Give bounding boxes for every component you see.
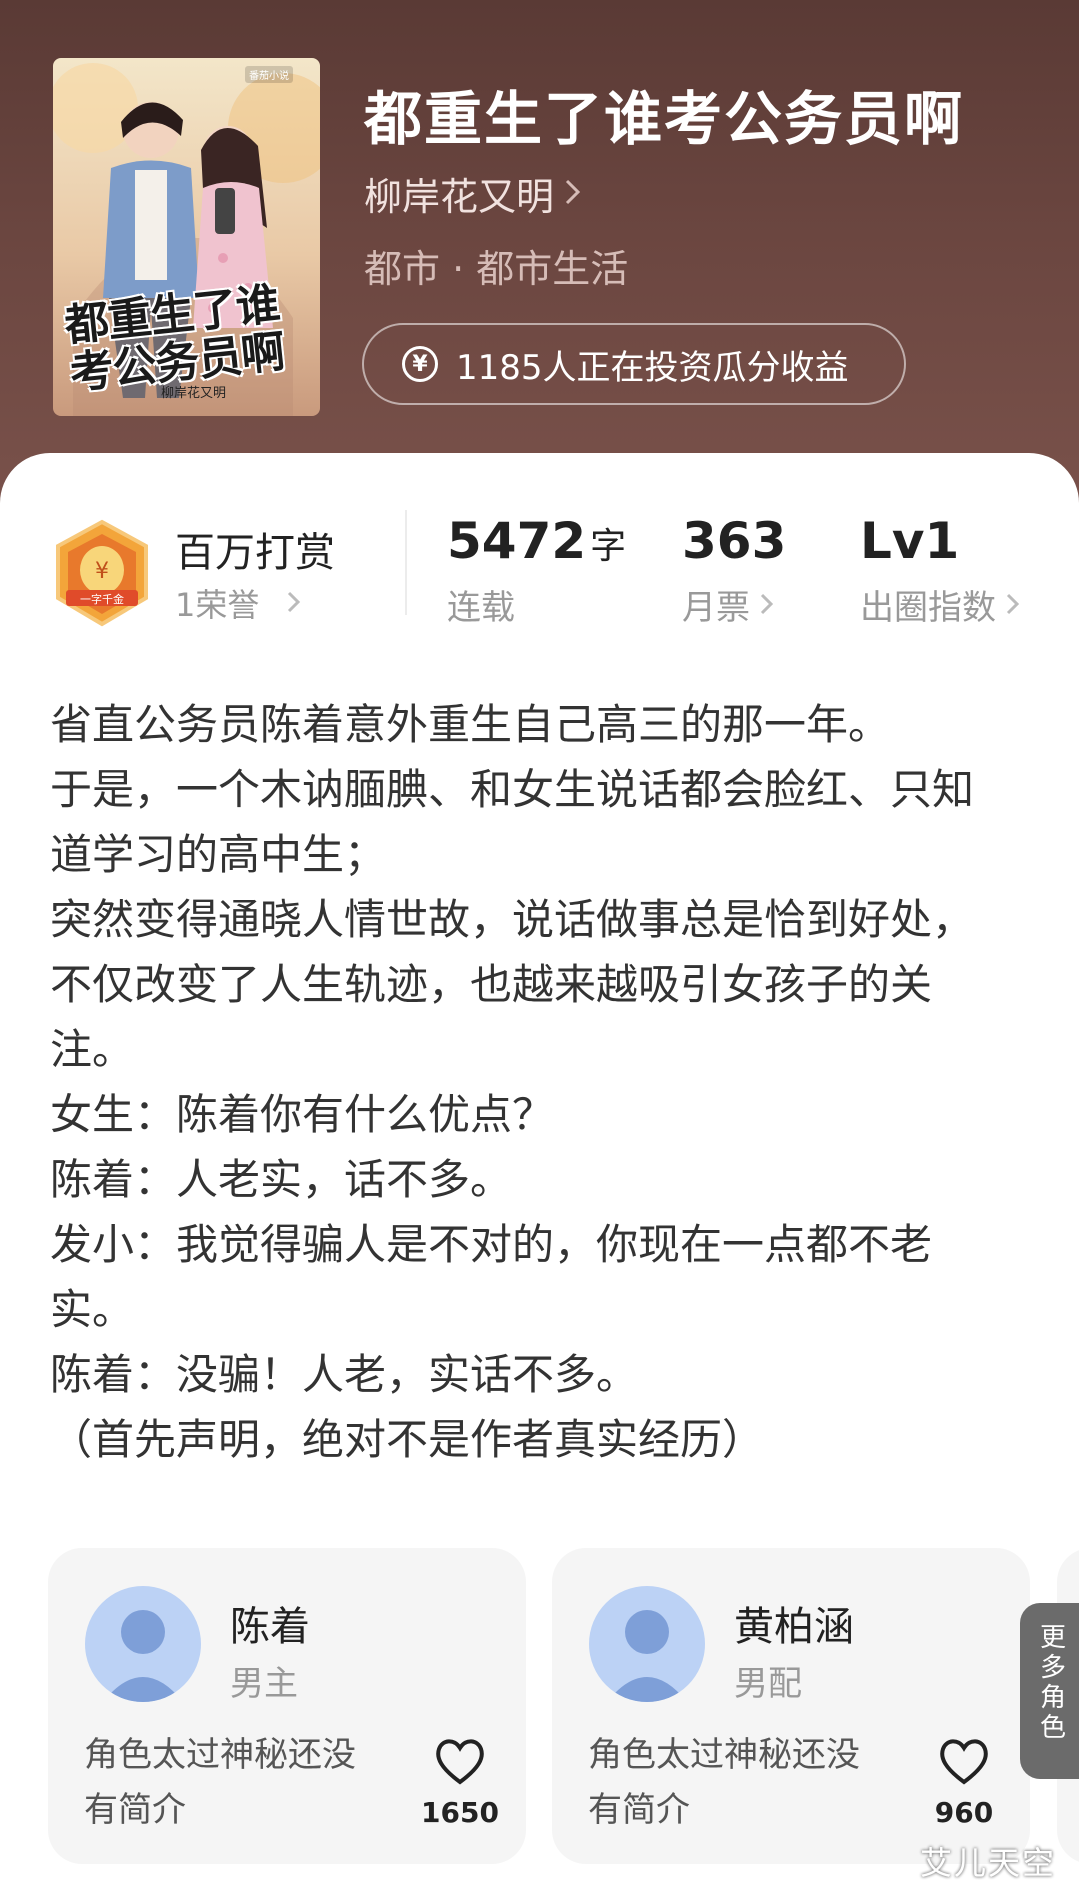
cover-publisher-badge: 番茄小说 xyxy=(245,66,293,83)
book-title: 都重生了谁考公务员啊 xyxy=(364,85,965,153)
role-like-count: 1650 xyxy=(421,1796,499,1829)
stats-divider xyxy=(405,510,407,615)
book-genre[interactable]: 都市 · 都市生活 xyxy=(364,238,628,293)
book-cover[interactable]: 番茄小说 都重生了谁考公务员啊 柳岸花又明 xyxy=(53,58,320,416)
chevron-right-icon xyxy=(287,584,301,622)
svg-text:¥: ¥ xyxy=(95,559,109,584)
reward-honor-text: 1荣誉 xyxy=(175,586,260,624)
role-name: 陈着 xyxy=(230,1604,310,1650)
index-value: Lv1 xyxy=(860,512,960,570)
heart-icon[interactable] xyxy=(937,1736,991,1786)
watermark: 艾儿天空 xyxy=(920,1844,1057,1882)
synopsis-line: 陈着：没骗！人老，实话不多。 xyxy=(50,1350,639,1399)
synopsis-line: 发小：我觉得骗人是不对的，你现在一点都不老实。 xyxy=(50,1220,933,1334)
invest-button[interactable]: ¥ 1185人正在投资瓜分收益 xyxy=(362,323,906,405)
synopsis-line: （首先声明，绝对不是作者真实经历） xyxy=(50,1415,765,1464)
book-synopsis[interactable]: 省直公务员陈着意外重生自己高三的那一年。 于是，一个木讷腼腆、和女生说话都会脸红… xyxy=(50,692,1010,1472)
chevron-right-icon xyxy=(564,172,582,216)
role-desc: 角色太过神秘还没有简介 xyxy=(588,1735,860,1830)
more-roles-button[interactable]: 更多角色 xyxy=(1020,1603,1079,1779)
yen-coin-icon: ¥ xyxy=(402,346,438,382)
index-link[interactable]: 出圈指数 xyxy=(860,580,1020,629)
chevron-right-icon xyxy=(760,585,774,625)
reward-title: 百万打赏 xyxy=(175,530,335,576)
word-count-unit: 字 xyxy=(590,526,627,567)
role-type: 男配 xyxy=(734,1664,802,1704)
synopsis-line: 陈着：人老实，话不多。 xyxy=(50,1155,513,1204)
heart-icon[interactable] xyxy=(433,1736,487,1786)
index-label: 出圈指数 xyxy=(860,588,996,628)
more-roles-label: 更多角色 xyxy=(1039,1623,1066,1743)
monthly-votes-label: 月票 xyxy=(682,588,750,628)
author-name: 柳岸花又明 xyxy=(364,175,555,219)
role-type: 男主 xyxy=(230,1664,298,1704)
word-count-value: 5472 字 xyxy=(447,512,627,570)
author-link[interactable]: 柳岸花又明 xyxy=(364,166,582,221)
role-name: 黄柏涵 xyxy=(734,1604,854,1650)
word-count-label: 连载 xyxy=(447,588,515,628)
synopsis-line: 女生：陈着你有什么优点？ xyxy=(50,1090,555,1139)
reward-honor-link[interactable]: 1荣誉 xyxy=(175,580,301,626)
chevron-right-icon xyxy=(1006,585,1020,625)
role-avatar xyxy=(85,1586,201,1702)
cover-author: 柳岸花又明 xyxy=(161,386,227,401)
role-like-count: 960 xyxy=(934,1796,994,1829)
reward-medal-icon[interactable]: ¥ 一字千金 xyxy=(50,518,154,628)
synopsis-line: 省直公务员陈着意外重生自己高三的那一年。 xyxy=(50,700,891,749)
role-avatar xyxy=(589,1586,705,1702)
synopsis-line: 突然变得通晓人情世故，说话做事总是恰到好处，不仅改变了人生轨迹，也越来越吸引女孩… xyxy=(50,895,975,1074)
monthly-votes-link[interactable]: 月票 xyxy=(682,580,774,629)
monthly-votes-value: 363 xyxy=(682,512,787,570)
role-card[interactable]: 黄柏涵 男配 角色太过神秘还没有简介 960 xyxy=(552,1548,1030,1864)
role-card[interactable]: 陈着 男主 角色太过神秘还没有简介 1650 xyxy=(48,1548,526,1864)
role-desc: 角色太过神秘还没有简介 xyxy=(84,1735,356,1830)
synopsis-line: 于是，一个木讷腼腆、和女生说话都会脸红、只知道学习的高中生； xyxy=(50,765,975,879)
invest-text: 1185人正在投资瓜分收益 xyxy=(456,347,849,388)
svg-text:一字千金: 一字千金 xyxy=(80,592,124,606)
